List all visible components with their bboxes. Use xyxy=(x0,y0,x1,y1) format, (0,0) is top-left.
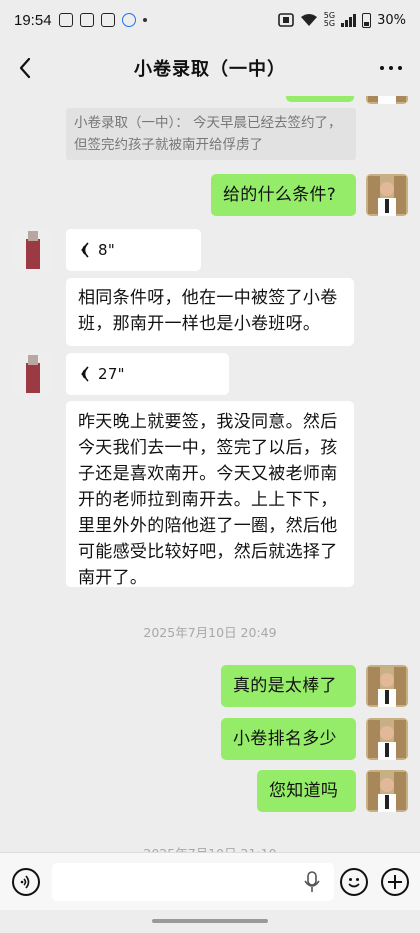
message-bubble[interactable]: 您知道吗 xyxy=(257,770,356,812)
page-title: 小卷录取（一中） xyxy=(134,59,286,80)
status-time: 19:54 xyxy=(14,11,52,29)
signal-icon xyxy=(341,13,357,27)
voice-wave-icon xyxy=(20,875,30,889)
voice-message-bubble[interactable]: 8" xyxy=(66,229,201,271)
my-avatar[interactable] xyxy=(366,174,408,216)
input-bar xyxy=(0,852,420,910)
message-timestamp: 2025年7月10日 20:49 xyxy=(143,625,277,640)
more-dots-icon[interactable] xyxy=(380,66,402,70)
more-notifications-icon xyxy=(142,18,147,22)
voice-duration: 27" xyxy=(98,364,125,383)
avatar-image xyxy=(366,770,408,812)
phone-notification-icon xyxy=(100,13,115,27)
avatar-image xyxy=(366,174,408,216)
voice-message-bubble[interactable]: 27" xyxy=(66,353,229,395)
my-avatar[interactable] xyxy=(366,718,408,760)
voice-wave-icon xyxy=(81,366,89,382)
contact-avatar[interactable] xyxy=(12,353,54,395)
emoji-button[interactable] xyxy=(340,868,368,896)
chat-notification-icon xyxy=(79,13,94,27)
message-timestamp: 2025年7月10日 21:10 xyxy=(0,843,420,852)
avatar-image xyxy=(12,353,54,395)
avatar-image xyxy=(366,96,408,104)
notification-icon xyxy=(58,13,73,27)
wifi-icon xyxy=(300,14,317,26)
message-bubble[interactable]: 真的是太棒了 xyxy=(221,665,356,707)
previous-message-bubble[interactable] xyxy=(286,96,354,102)
app-notification-icon xyxy=(121,13,136,27)
plus-icon xyxy=(388,875,402,889)
voice-input-button[interactable] xyxy=(12,868,40,896)
chat-area[interactable]: 小卷录取（一中）： 今天早晨已经去签约了，但签完约孩子就被南开给俘虏了 给的什么… xyxy=(0,96,420,852)
avatar-image xyxy=(12,229,54,271)
my-avatar[interactable] xyxy=(366,665,408,707)
voice-wave-icon xyxy=(81,242,89,258)
status-bar: 19:54 5G 5G 30% xyxy=(0,0,420,40)
voice-duration: 8" xyxy=(98,240,116,259)
emoji-icon xyxy=(348,878,360,888)
message-input[interactable] xyxy=(52,863,334,901)
network-type: 5G 5G xyxy=(323,11,336,28)
chevron-left-icon[interactable] xyxy=(14,56,38,80)
message-bubble[interactable]: 相同条件呀，他在一中被签了小卷班，那南开一样也是小卷班呀。 xyxy=(66,278,354,346)
battery-icon xyxy=(362,12,372,28)
message-bubble[interactable]: 小卷排名多少 xyxy=(221,718,356,760)
my-avatar[interactable] xyxy=(366,96,408,104)
microphone-icon[interactable] xyxy=(304,871,320,893)
quoted-message[interactable]: 小卷录取（一中）： 今天早晨已经去签约了，但签完约孩子就被南开给俘虏了 xyxy=(66,108,356,160)
contact-avatar[interactable] xyxy=(12,229,54,271)
home-indicator[interactable] xyxy=(152,919,268,923)
plus-button[interactable] xyxy=(381,868,409,896)
avatar-image xyxy=(366,665,408,707)
message-bubble[interactable]: 给的什么条件? xyxy=(211,174,356,216)
title-bar: 小卷录取（一中） xyxy=(0,40,420,96)
nfc-icon xyxy=(277,13,294,27)
message-bubble[interactable]: 昨天晚上就要签，我没同意。然后今天我们去一中，签完了以后，孩子还是喜欢南开。今天… xyxy=(66,401,354,588)
status-left: 19:54 xyxy=(14,12,147,29)
status-right: 5G 5G 30% xyxy=(277,11,406,28)
avatar-image xyxy=(366,718,408,760)
battery-percent: 30% xyxy=(377,12,406,28)
my-avatar[interactable] xyxy=(366,770,408,812)
